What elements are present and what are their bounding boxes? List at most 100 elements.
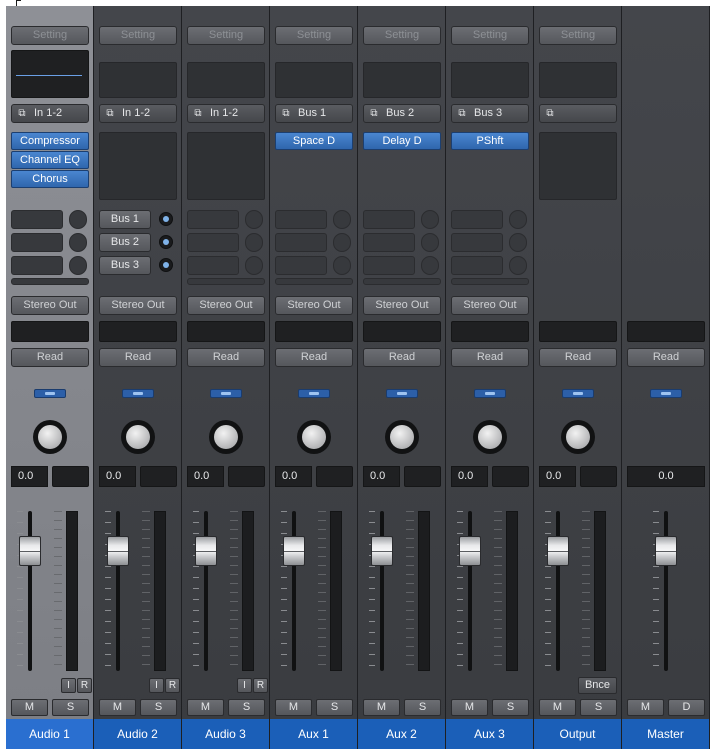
volume-fader-cap[interactable] (655, 536, 677, 566)
output-button[interactable]: Stereo Out (363, 296, 441, 315)
record-enable-button[interactable]: R (165, 678, 180, 693)
send-slot[interactable] (275, 256, 327, 275)
automation-mode-button[interactable]: Read (275, 348, 353, 367)
send-slot[interactable] (275, 210, 327, 229)
output-button[interactable]: Stereo Out (187, 296, 265, 315)
send-slot[interactable] (11, 256, 63, 275)
send-slot[interactable] (187, 256, 239, 275)
send-knob-slot[interactable] (509, 256, 527, 275)
send-button-bus-3[interactable]: Bus 3 (99, 256, 151, 275)
setting-button[interactable]: Setting (539, 26, 617, 45)
mute-button[interactable]: M (451, 699, 488, 716)
send-knob-slot[interactable] (333, 256, 351, 275)
setting-button[interactable]: Setting (11, 26, 89, 45)
send-slot[interactable] (451, 278, 529, 285)
send-slot[interactable] (451, 210, 503, 229)
input-button[interactable]: ⧉ In 1-2 (11, 104, 89, 123)
insert-area[interactable] (539, 132, 617, 200)
automation-mode-button[interactable]: Read (539, 348, 617, 367)
volume-fader-cap[interactable] (283, 536, 305, 566)
pan-knob[interactable] (385, 420, 419, 454)
automation-mode-button[interactable]: Read (11, 348, 89, 367)
mute-button[interactable]: M (627, 699, 664, 716)
send-slot[interactable] (11, 233, 63, 252)
mute-button[interactable]: M (11, 699, 48, 716)
output-button[interactable]: Stereo Out (99, 296, 177, 315)
solo-button[interactable]: S (140, 699, 177, 716)
pan-knob[interactable] (297, 420, 331, 454)
send-knob-slot[interactable] (333, 210, 351, 229)
mute-button[interactable]: M (275, 699, 312, 716)
pan-knob[interactable] (33, 420, 67, 454)
setting-button[interactable]: Setting (363, 26, 441, 45)
channel-name-label[interactable]: Audio 1 (6, 719, 93, 749)
volume-fader-cap[interactable] (547, 536, 569, 566)
volume-fader-cap[interactable] (19, 536, 41, 566)
group-slot[interactable] (99, 321, 177, 342)
setting-button[interactable]: Setting (187, 26, 265, 45)
input-button[interactable]: ⧉ Bus 3 (451, 104, 529, 123)
send-knob-slot[interactable] (421, 256, 439, 275)
automation-mode-button[interactable]: Read (627, 348, 705, 367)
group-slot[interactable] (275, 321, 353, 342)
pan-knob[interactable] (561, 420, 595, 454)
send-knob-slot[interactable] (245, 256, 263, 275)
send-knob-slot[interactable] (509, 210, 527, 229)
volume-fader-cap[interactable] (195, 536, 217, 566)
input-monitor-button[interactable]: I (149, 678, 164, 693)
send-level-knob[interactable] (159, 212, 173, 226)
send-level-knob[interactable] (159, 258, 173, 272)
send-knob-slot[interactable] (69, 256, 87, 275)
insert-slot-space-d[interactable]: Space D (275, 132, 353, 150)
setting-button[interactable]: Setting (275, 26, 353, 45)
send-knob-slot[interactable] (245, 210, 263, 229)
channel-name-label[interactable]: Audio 3 (182, 719, 269, 749)
mute-button[interactable]: M (187, 699, 224, 716)
channel-name-label[interactable]: Aux 2 (358, 719, 445, 749)
insert-slot-delay-d[interactable]: Delay D (363, 132, 441, 150)
eq-thumbnail[interactable] (275, 62, 353, 98)
volume-fader-cap[interactable] (459, 536, 481, 566)
send-knob-slot[interactable] (69, 210, 87, 229)
solo-button[interactable]: S (316, 699, 353, 716)
output-button[interactable]: Stereo Out (451, 296, 529, 315)
volume-fader-cap[interactable] (107, 536, 129, 566)
eq-thumbnail[interactable] (363, 62, 441, 98)
output-button[interactable]: Stereo Out (11, 296, 89, 315)
solo-button[interactable]: S (492, 699, 529, 716)
insert-area[interactable] (187, 132, 265, 200)
send-slot[interactable] (187, 278, 265, 285)
dim-button[interactable]: D (668, 699, 705, 716)
channel-name-label[interactable]: Audio 2 (94, 719, 181, 749)
automation-mode-button[interactable]: Read (99, 348, 177, 367)
send-slot[interactable] (451, 233, 503, 252)
solo-button[interactable]: S (580, 699, 617, 716)
automation-mode-button[interactable]: Read (451, 348, 529, 367)
send-knob-slot[interactable] (245, 233, 263, 252)
pan-knob[interactable] (121, 420, 155, 454)
input-button[interactable]: ⧉ In 1-2 (99, 104, 177, 123)
solo-button[interactable]: S (228, 699, 265, 716)
channel-name-label[interactable]: Master (622, 719, 709, 749)
send-button-bus-1[interactable]: Bus 1 (99, 210, 151, 229)
automation-mode-button[interactable]: Read (187, 348, 265, 367)
group-slot[interactable] (627, 321, 705, 342)
group-slot[interactable] (11, 321, 89, 342)
input-button[interactable]: ⧉ Bus 1 (275, 104, 353, 123)
eq-thumbnail[interactable] (99, 62, 177, 98)
send-slot[interactable] (275, 233, 327, 252)
output-button[interactable]: Stereo Out (275, 296, 353, 315)
solo-button[interactable]: S (52, 699, 89, 716)
insert-area[interactable] (99, 132, 177, 200)
insert-slot-compressor[interactable]: Compressor (11, 132, 89, 150)
channel-name-label[interactable]: Aux 3 (446, 719, 533, 749)
solo-button[interactable]: S (404, 699, 441, 716)
record-enable-button[interactable]: R (77, 678, 92, 693)
insert-slot-chorus[interactable]: Chorus (11, 170, 89, 188)
send-slot[interactable] (187, 210, 239, 229)
group-slot[interactable] (451, 321, 529, 342)
input-monitor-button[interactable]: I (61, 678, 76, 693)
bounce-button[interactable]: Bnce (578, 677, 617, 694)
send-slot[interactable] (363, 210, 415, 229)
group-slot[interactable] (187, 321, 265, 342)
